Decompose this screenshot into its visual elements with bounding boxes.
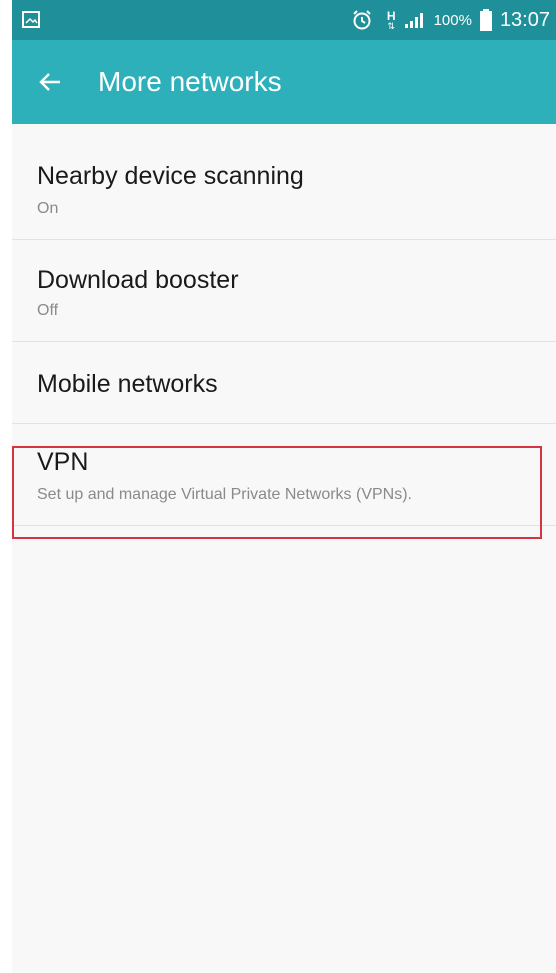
network-type-icon: H ⇅ xyxy=(386,8,396,31)
list-item-download-booster[interactable]: Download booster Off xyxy=(12,240,556,341)
item-subtitle: Off xyxy=(37,302,59,319)
signal-icon xyxy=(404,13,423,28)
item-subtitle: On xyxy=(37,200,59,217)
battery-icon xyxy=(479,9,492,31)
item-title: Nearby device scanning xyxy=(37,162,304,190)
app-bar: More networks xyxy=(12,40,556,124)
clock: 13:07 xyxy=(499,8,550,31)
page-title: More networks xyxy=(98,66,282,97)
item-title: Download booster xyxy=(37,266,239,294)
item-title: Mobile networks xyxy=(37,370,218,398)
back-arrow-icon xyxy=(39,73,60,91)
settings-screen: H ⇅ 100% 13:07 More networks Nearby devi… xyxy=(12,0,556,973)
highlight-box xyxy=(12,446,542,539)
list-item-nearby-device-scanning[interactable]: Nearby device scanning On xyxy=(12,124,556,239)
status-bar: H ⇅ 100% 13:07 xyxy=(12,0,556,40)
alarm-icon xyxy=(353,10,371,30)
back-button[interactable] xyxy=(34,66,66,98)
list-item-mobile-networks[interactable]: Mobile networks xyxy=(12,342,556,423)
battery-percent: 100% xyxy=(433,11,472,29)
gallery-icon xyxy=(22,11,40,28)
